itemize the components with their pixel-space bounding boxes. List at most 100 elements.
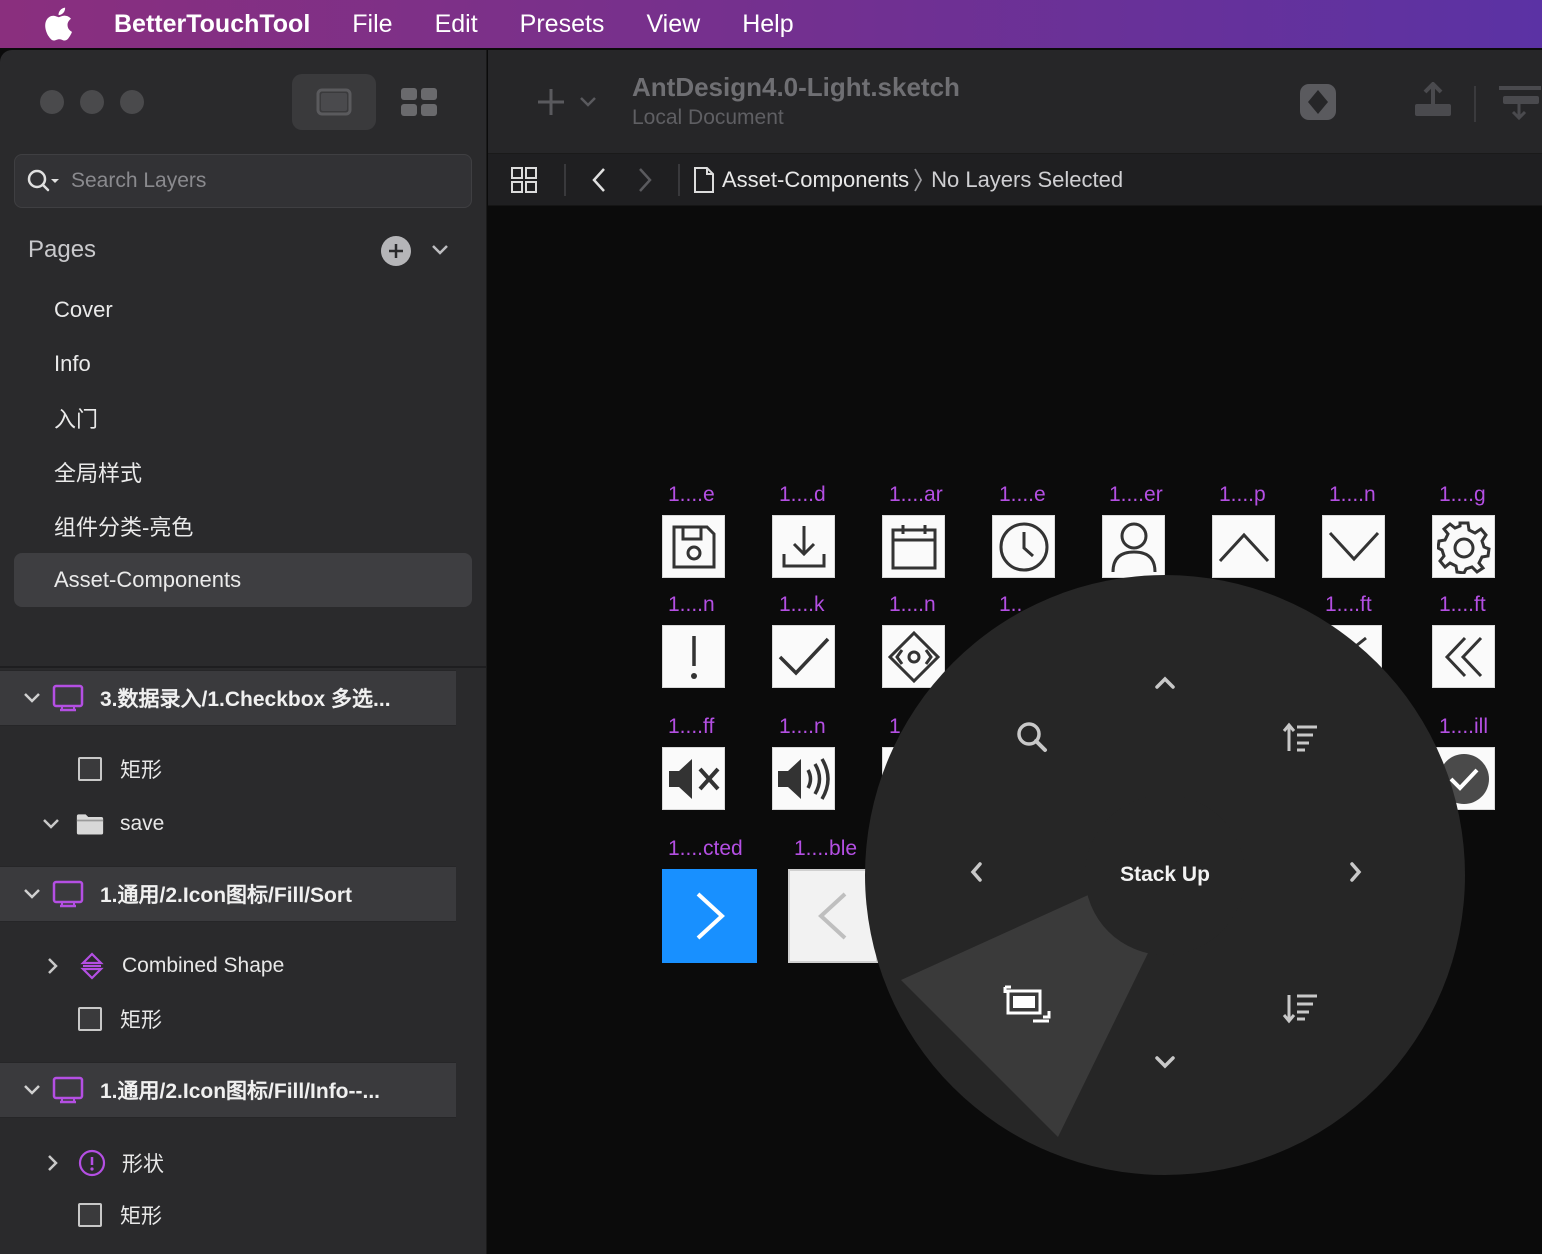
layer-group-checkbox[interactable]: 3.数据录入/1.Checkbox 多选... [0,670,456,726]
chevron-down-icon[interactable] [20,882,44,906]
add-page-button[interactable] [381,236,411,266]
symbol-label: 1....n [779,715,826,738]
window-zoom-button[interactable] [120,90,144,114]
window-minimize-button[interactable] [80,90,104,114]
chevron-right-icon [639,167,652,192]
breadcrumb-selection: No Layers Selected [931,166,1124,192]
menu-view[interactable]: View [646,10,700,39]
breadcrumb-page[interactable]: Asset-Components [722,167,909,193]
layer-row[interactable]: save [40,801,164,847]
chevron-right-icon[interactable] [42,1152,64,1174]
chevron-down-icon[interactable] [20,686,44,710]
layer-row[interactable]: 矩形 [76,746,162,792]
symbol-up[interactable] [1212,515,1275,578]
apple-logo-icon[interactable] [38,4,78,44]
layer-row[interactable]: Combined Shape [42,943,284,989]
symbol-volume-on[interactable] [772,747,835,810]
artboard-icon [52,1076,84,1104]
symbol-volume-off[interactable] [662,747,725,810]
pages-collapse-button[interactable] [428,238,452,262]
symbol-download[interactable] [772,515,835,578]
menu-edit[interactable]: Edit [435,10,478,39]
sidebar-toggle-button[interactable] [292,74,376,130]
menu-presets[interactable]: Presets [520,10,605,39]
layer-group-title: 1.通用/2.Icon图标/Fill/Info--... [100,1080,381,1103]
symbol-check[interactable] [772,625,835,688]
distribute-icon [1499,86,1541,121]
symbol-label: 1....ff [668,715,715,738]
menu-file[interactable]: File [352,10,392,39]
symbol-exclamation[interactable] [662,625,725,688]
symbol-setting[interactable] [1432,515,1495,578]
breadcrumb-bar: Asset-Components No Layers Selected [488,154,1542,206]
symbol-label: 1....ble [794,837,858,860]
page-item-global-styles[interactable]: 全局样式 [14,445,472,499]
page-item-components-light[interactable]: 组件分类-亮色 [14,499,472,553]
rectangle-icon [76,755,104,783]
layer-row[interactable]: 矩形 [76,996,162,1042]
divider [0,666,486,668]
page-item-info[interactable]: Info [14,337,472,391]
symbol-right-selected[interactable] [662,869,757,963]
page-item-intro[interactable]: 入门 [14,391,472,445]
calendar-icon [891,524,936,569]
grid-icon [401,88,437,116]
symbol-label: 1....cted [668,837,743,860]
layer-group-info[interactable]: 1.通用/2.Icon图标/Fill/Info--... [0,1062,456,1118]
layer-label: Combined Shape [122,954,285,977]
save-icon [672,525,715,568]
pages-title: Pages [28,236,97,263]
menu-help[interactable]: Help [742,10,793,39]
grid-view-button[interactable] [510,166,538,194]
chevron-down-icon[interactable] [20,1078,44,1102]
volume-off-icon [668,758,719,799]
layer-group-title: 1.通用/2.Icon图标/Fill/Sort [100,884,353,907]
symbol-calendar[interactable] [882,515,945,578]
artboard-icon [52,684,84,712]
gear-icon [1436,521,1491,574]
sort-shape-icon [78,952,106,980]
app-menu[interactable]: BetterTouchTool [114,10,310,39]
rectangle-icon [76,1201,104,1229]
symbol-save[interactable] [662,515,725,578]
symbol-button[interactable] [1296,80,1340,124]
layer-row[interactable]: 形状 [42,1140,164,1186]
layer-label: save [120,812,165,835]
sketch-symbol-icon [1300,84,1336,120]
volume-on-icon [777,757,830,800]
export-button[interactable] [1410,80,1456,124]
layer-label: 矩形 [120,759,162,782]
pie-center-label: Stack Up [1120,863,1210,886]
symbol-down[interactable] [1322,515,1385,578]
layer-label: 形状 [122,1153,164,1176]
layer-group-title: 3.数据录入/1.Checkbox 多选... [100,688,391,711]
page-item-asset-components[interactable]: Asset-Components [14,553,472,607]
distribute-button[interactable] [1496,80,1542,124]
symbol-label: 1....g [1439,483,1486,506]
layer-row[interactable]: 矩形 [76,1192,162,1238]
plus-icon [389,244,403,258]
window-close-button[interactable] [40,90,64,114]
folder-icon [76,810,104,838]
components-button[interactable] [398,84,440,120]
artboard-icon [52,880,84,908]
info-shape-icon [78,1149,106,1177]
forward-button[interactable] [634,165,656,195]
insert-button[interactable] [534,84,604,120]
chevron-up-icon [1218,532,1269,562]
symbol-label: 1....p [1219,483,1266,506]
symbol-user[interactable] [1102,515,1165,578]
upload-tray-icon [1415,82,1451,116]
chevron-down-icon[interactable] [40,813,62,835]
rectangle-icon [76,1005,104,1033]
symbol-clock[interactable] [992,515,1055,578]
search-layers[interactable] [14,154,472,208]
chevron-left-icon [592,167,605,192]
breadcrumb-separator-icon [911,165,925,195]
back-button[interactable] [588,165,610,195]
page-item-cover[interactable]: Cover [14,283,472,337]
pie-menu[interactable]: Stack Up [865,575,1465,1175]
search-input[interactable] [71,169,451,193]
chevron-right-icon[interactable] [42,955,64,977]
layer-group-sort[interactable]: 1.通用/2.Icon图标/Fill/Sort [0,866,456,922]
